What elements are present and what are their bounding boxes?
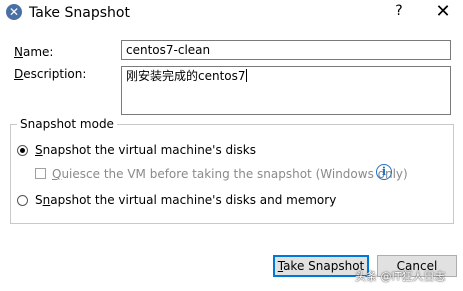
radio-disks-only-label[interactable]: Snapshot the virtual machine's disks xyxy=(35,143,256,157)
quiesce-checkbox[interactable] xyxy=(35,168,46,179)
radio-disks-only[interactable] xyxy=(17,145,28,156)
text-caret xyxy=(245,69,247,82)
app-icon: ✕ xyxy=(6,4,22,20)
description-label: Description: xyxy=(14,67,87,81)
radio-disks-and-memory-label[interactable]: Snapshot the virtual machine's disks and… xyxy=(35,193,336,207)
radio-disks-and-memory[interactable] xyxy=(17,195,28,206)
description-field[interactable]: 刚安装完成的centos7 xyxy=(121,66,451,115)
watermark-text: 头条 @IT狂人日志 xyxy=(355,270,446,283)
name-label: Name: xyxy=(14,45,54,59)
help-button[interactable]: ? xyxy=(392,3,406,21)
close-button[interactable]: ✕ xyxy=(432,2,454,22)
quiesce-label[interactable]: Quiesce the VM before taking the snapsho… xyxy=(52,167,408,181)
title-bar: ✕ Take Snapshot ? ✕ xyxy=(0,0,463,26)
info-icon[interactable]: i xyxy=(376,164,392,180)
name-field[interactable]: centos7-clean xyxy=(121,40,451,60)
snapshot-mode-legend: Snapshot mode xyxy=(17,117,117,131)
window-title: Take Snapshot xyxy=(29,5,130,21)
